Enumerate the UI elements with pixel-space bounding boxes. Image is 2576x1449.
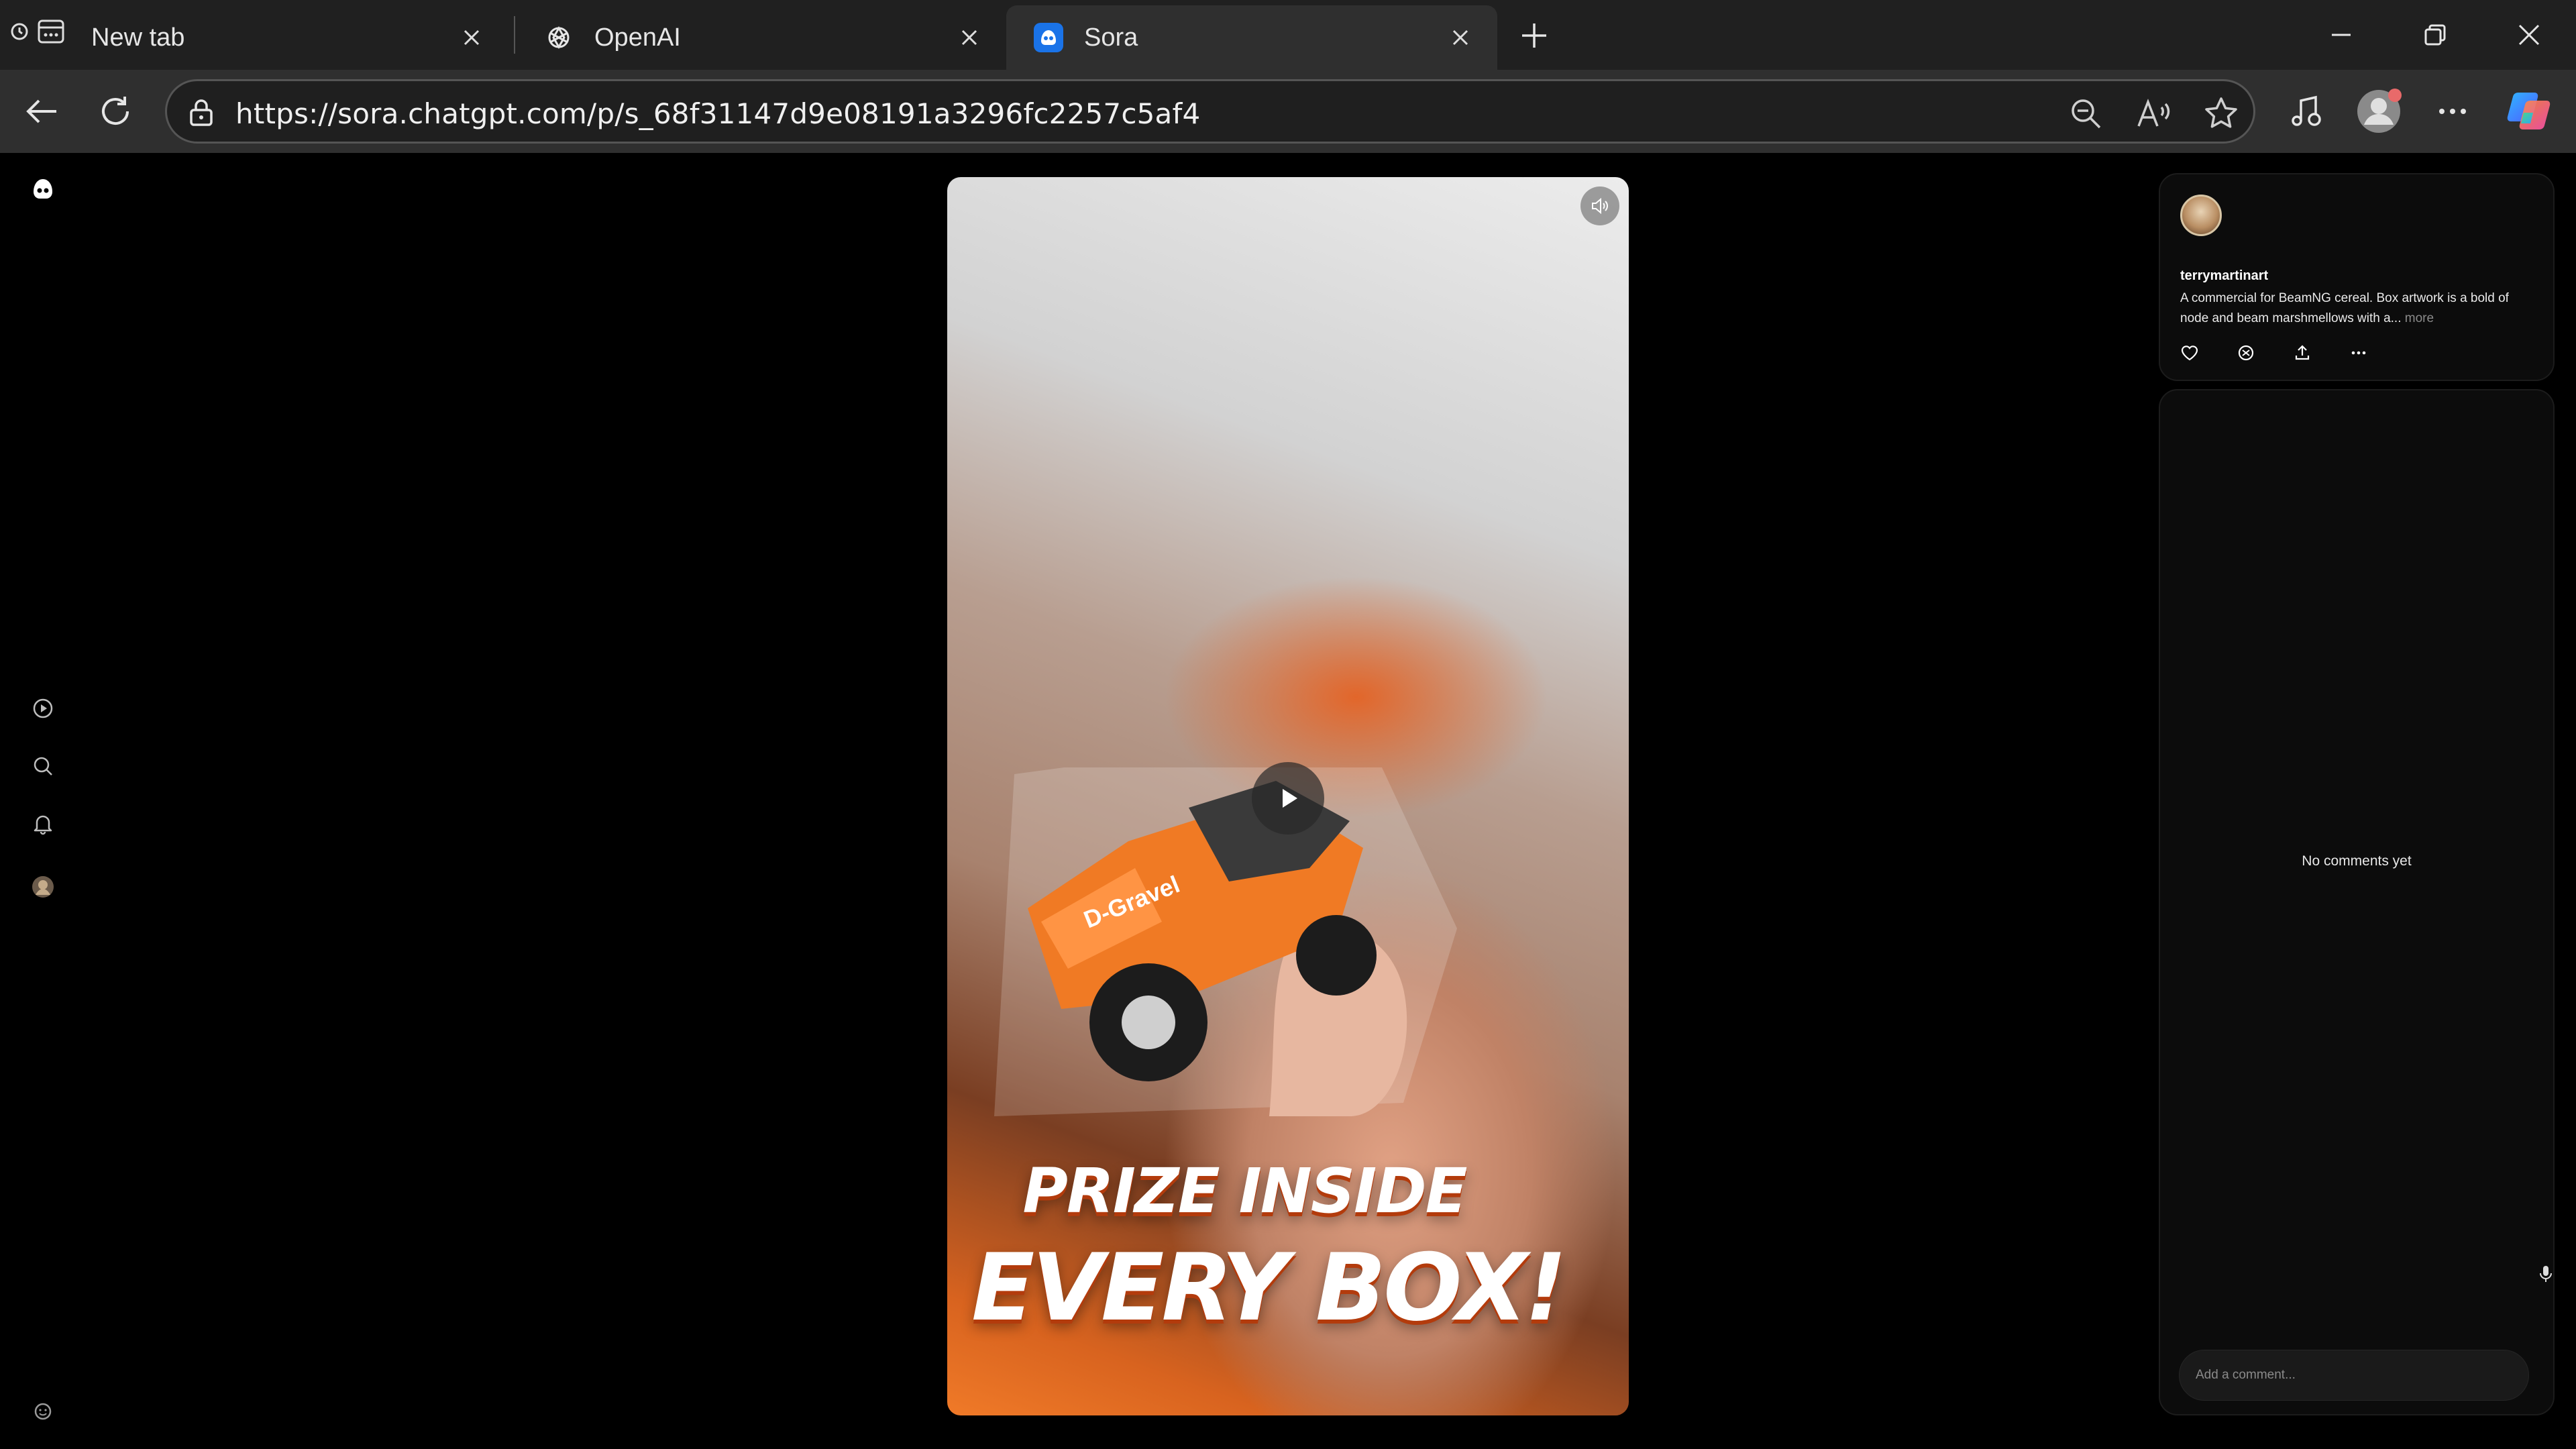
overlay-line-2: EVERY BOX! <box>971 1234 1567 1342</box>
toy-truck-illustration: D-Gravel <box>994 767 1457 1116</box>
video-caption-overlay: PRIZE INSIDE EVERY BOX! <box>947 1155 1629 1342</box>
close-icon[interactable] <box>1442 19 1479 56</box>
avatar-icon <box>2357 89 2402 133</box>
more-dots-icon <box>2439 109 2466 114</box>
avatar <box>32 876 54 898</box>
comment-input[interactable] <box>2179 1350 2529 1401</box>
share-icon <box>2295 345 2310 360</box>
lock-icon[interactable] <box>184 96 218 129</box>
restore-button[interactable] <box>2388 0 2482 70</box>
refresh-button[interactable] <box>89 85 142 138</box>
minimize-icon <box>2332 34 2351 36</box>
sora-logo-icon <box>1033 22 1064 53</box>
empty-comments-message: No comments yet <box>2302 853 2412 869</box>
minimize-button[interactable] <box>2294 0 2388 70</box>
tab-actions-icon[interactable] <box>36 17 66 50</box>
close-icon[interactable] <box>453 19 490 56</box>
tab-label: OpenAI <box>594 23 681 52</box>
read-aloud-icon[interactable] <box>2133 92 2176 135</box>
share-button[interactable] <box>2288 338 2317 368</box>
favorite-star-icon[interactable] <box>2200 92 2243 135</box>
tab-openai[interactable]: OpenAI <box>517 5 1006 70</box>
openai-logo-icon <box>543 22 574 53</box>
mic-icon[interactable] <box>2534 1263 2557 1285</box>
search-icon <box>34 757 52 775</box>
tab-new-tab[interactable]: New tab <box>64 5 508 70</box>
restore-icon <box>2424 24 2446 46</box>
comments-panel: No comments yet <box>2159 389 2555 1415</box>
sora-home-logo-button[interactable] <box>20 166 66 212</box>
speaker-icon <box>1592 197 1608 215</box>
play-icon <box>1283 789 1297 808</box>
screen: New tab OpenAI Sora https://sora.chatgpt… <box>0 0 2576 1449</box>
post-caption: A commercial for BeamNG cereal. Box artw… <box>2180 288 2529 329</box>
remix-button[interactable] <box>2231 338 2261 368</box>
profile-button[interactable] <box>2352 85 2406 138</box>
post-username[interactable]: terrymartinart <box>2180 268 2268 284</box>
left-nav-rail <box>9 153 76 1440</box>
music-note-icon <box>2292 95 2321 126</box>
nav-notifications-button[interactable] <box>20 801 66 847</box>
play-button[interactable] <box>1252 762 1324 835</box>
sora-logo-icon <box>34 179 52 199</box>
nav-settings-button[interactable] <box>20 1389 66 1434</box>
address-bar[interactable]: https://sora.chatgpt.com/p/s_68f31147d9e… <box>165 79 2255 144</box>
zoom-out-icon[interactable] <box>2064 92 2107 135</box>
back-arrow-icon <box>26 99 56 123</box>
play-circle-icon <box>33 698 53 718</box>
video-player[interactable]: D-Gravel PRIZE INSIDE EVERY BOX! <box>947 177 1629 1415</box>
tab-strip: New tab OpenAI Sora <box>0 0 2576 70</box>
more-link[interactable]: more <box>2405 311 2434 325</box>
copilot-button[interactable] <box>2502 85 2556 138</box>
remix-icon <box>2238 345 2254 361</box>
nav-explore-button[interactable] <box>20 686 66 731</box>
media-control-button[interactable] <box>2279 85 2333 138</box>
tab-actions[interactable] <box>9 9 70 56</box>
like-button[interactable] <box>2175 338 2204 368</box>
plus-icon <box>1522 23 1546 48</box>
nav-search-button[interactable] <box>20 743 66 789</box>
new-tab-button[interactable] <box>1511 12 1558 59</box>
browser-toolbar: https://sora.chatgpt.com/p/s_68f31147d9e… <box>0 70 2576 153</box>
refresh-icon <box>102 97 129 125</box>
heart-icon <box>2181 345 2198 361</box>
post-info-card: terrymartinart A commercial for BeamNG c… <box>2159 173 2555 381</box>
mute-button[interactable] <box>1580 186 1619 225</box>
overlay-line-1: PRIZE INSIDE <box>1022 1155 1467 1227</box>
tab-label: Sora <box>1084 23 1138 52</box>
back-button[interactable] <box>15 85 68 138</box>
copilot-icon <box>2507 93 2551 129</box>
tab-sora[interactable]: Sora <box>1006 5 1497 70</box>
close-icon <box>2518 24 2540 46</box>
avatar[interactable] <box>2180 195 2222 236</box>
nav-profile-button[interactable] <box>20 864 66 910</box>
sora-page: D-Gravel PRIZE INSIDE EVERY BOX! terryma… <box>9 153 2567 1440</box>
settings-more-button[interactable] <box>2426 85 2479 138</box>
tab-label: New tab <box>91 23 185 52</box>
url-text[interactable]: https://sora.chatgpt.com/p/s_68f31147d9e… <box>235 97 1200 130</box>
more-options-button[interactable] <box>2344 338 2373 368</box>
bell-icon <box>34 815 52 835</box>
profile-history-icon[interactable] <box>9 21 30 45</box>
tab-separator <box>514 16 515 54</box>
close-icon[interactable] <box>951 19 987 56</box>
close-window-button[interactable] <box>2482 0 2576 70</box>
post-caption-text: A commercial for BeamNG cereal. Box artw… <box>2180 291 2509 325</box>
smiley-icon <box>34 1403 52 1420</box>
more-dots-icon <box>2351 351 2366 355</box>
